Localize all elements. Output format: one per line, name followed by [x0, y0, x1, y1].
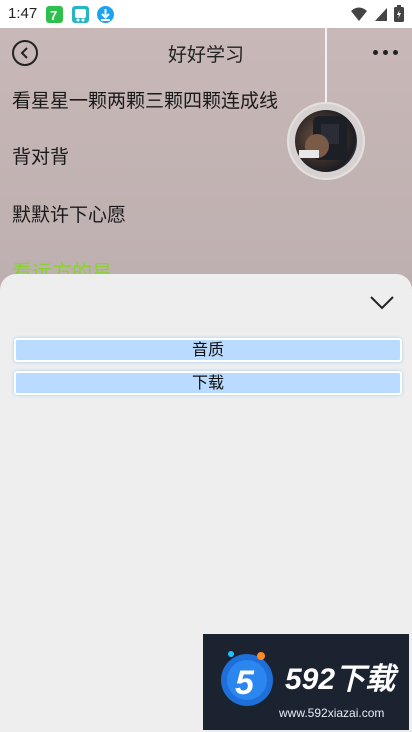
- watermark-url: www.592xiazai.com: [279, 706, 385, 720]
- lyric-line: 默默许下心愿: [12, 204, 127, 226]
- lyric-line: 背对背: [12, 146, 70, 168]
- svg-text:7: 7: [50, 8, 57, 23]
- chevron-down-icon[interactable]: [368, 288, 396, 316]
- album-cover[interactable]: [287, 102, 365, 180]
- page-title: 好好学习: [167, 44, 244, 66]
- app-7-icon: 7: [46, 6, 63, 23]
- download-icon: [97, 6, 114, 23]
- status-bar: 1:47 7: [0, 0, 412, 28]
- battery-icon: [394, 5, 404, 26]
- svg-text:5: 5: [235, 664, 255, 702]
- more-dots-icon[interactable]: [373, 50, 398, 55]
- download-button[interactable]: 下载: [14, 371, 402, 395]
- tonearm-line: [325, 28, 327, 108]
- watermark-logo: 5: [221, 651, 273, 706]
- app-bus-icon: [72, 6, 89, 23]
- signal-icon: [374, 6, 388, 26]
- site-watermark: 5 592下载 www.592xiazai.com: [203, 634, 409, 730]
- lyric-line: 看星星一颗两颗三颗四颗连成线: [12, 90, 279, 112]
- wifi-icon: [350, 6, 368, 26]
- status-time: 1:47: [8, 5, 38, 22]
- watermark-brand: 592下载: [285, 663, 396, 696]
- album-cover-photo: [295, 110, 357, 172]
- audio-quality-button[interactable]: 音质: [14, 338, 402, 362]
- top-bar: 好好学习: [0, 28, 412, 76]
